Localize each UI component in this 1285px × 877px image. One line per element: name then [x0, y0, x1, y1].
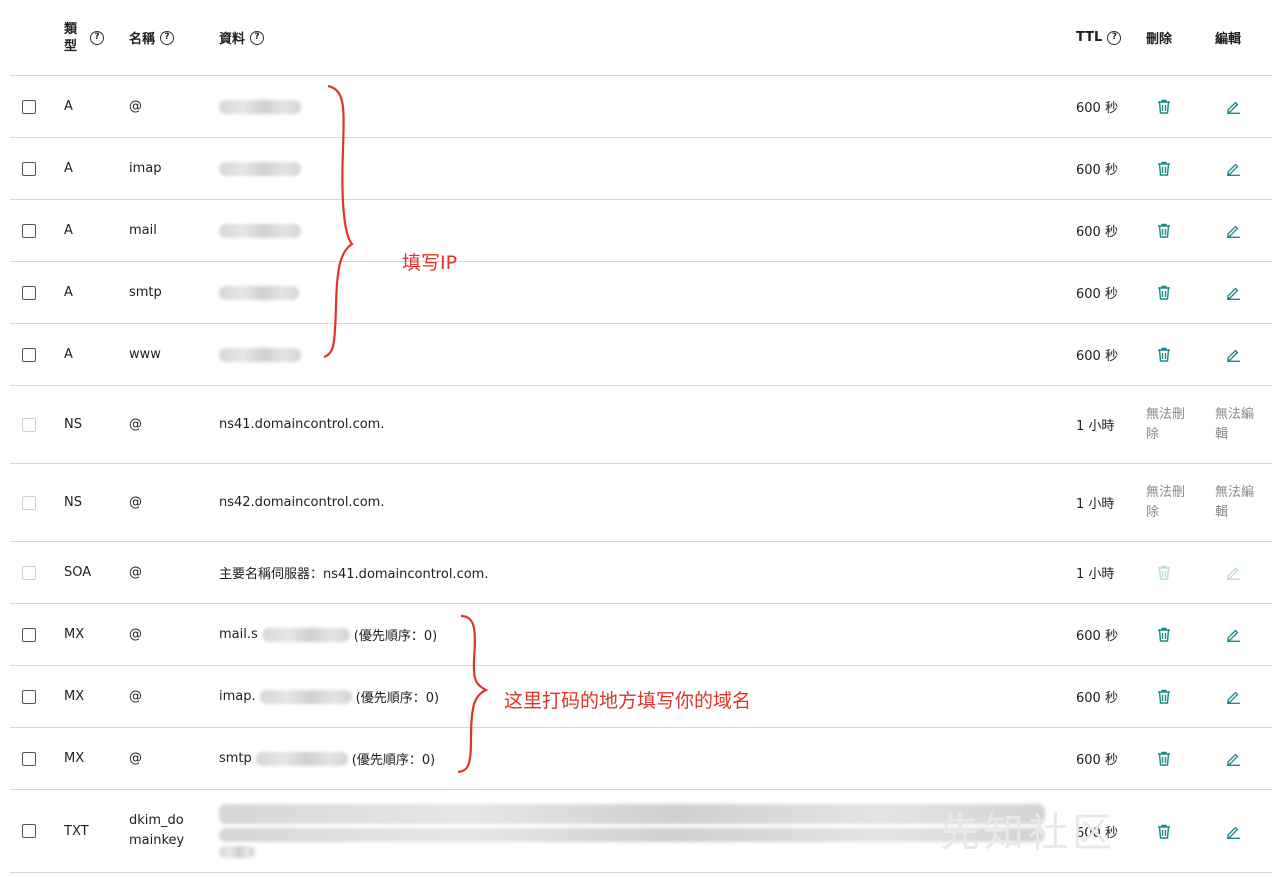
- brace-ip: [323, 84, 354, 359]
- annotation-ip-note: 填写IP: [402, 252, 458, 274]
- watermark: 先知社区: [940, 810, 1116, 856]
- brace-domain: [457, 614, 489, 774]
- annotation-domain-note: 这里打码的地方填写你的域名: [504, 690, 752, 712]
- annotation-brackets: [323, 84, 489, 774]
